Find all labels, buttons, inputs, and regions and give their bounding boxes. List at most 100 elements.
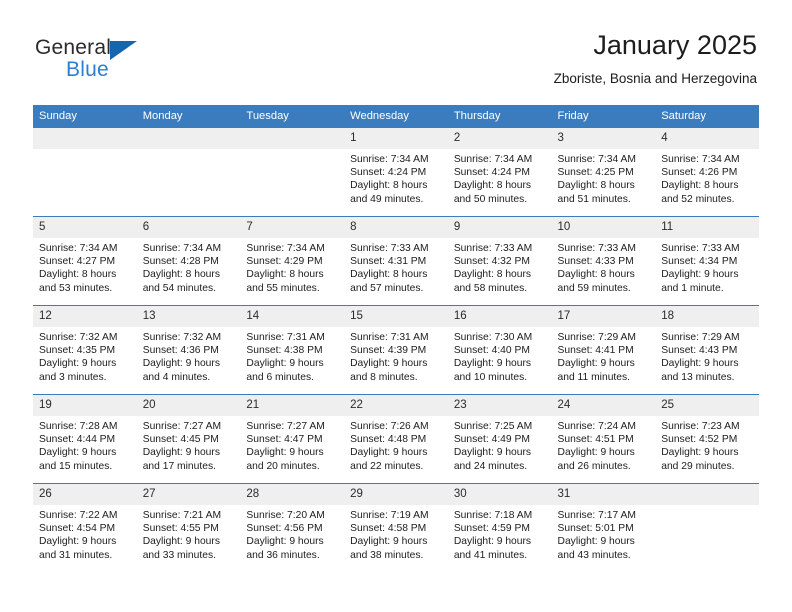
sunset-text: Sunset: 4:48 PM: [350, 434, 427, 446]
daylight-text-line1: Daylight: 9 hours: [661, 447, 739, 459]
calendar-day-cell[interactable]: 2 Sunrise: 7:34 AM Sunset: 4:24 PM Daylight…: [447, 127, 552, 217]
sunrise-text: Sunrise: 7:19 AM: [350, 510, 429, 521]
calendar-day-cell[interactable]: 10 Sunrise: 7:33 AM Sunset: 4:33 PM Dayligh…: [551, 216, 656, 306]
calendar-day-cell[interactable]: 21 Sunrise: 7:27 AM Sunset: 4:47 PM Dayligh…: [240, 394, 345, 484]
calendar-day-cell[interactable]: 3 Sunrise: 7:34 AM Sunset: 4:25 PM Daylight…: [551, 127, 656, 217]
page-title: January 2025: [593, 30, 757, 60]
day-number: 19: [33, 395, 137, 416]
calendar-day-cell[interactable]: 29 Sunrise: 7:19 AM Sunset: 4:58 PM Dayligh…: [344, 483, 448, 572]
calendar-day-cell[interactable]: 16 Sunrise: 7:30 AM Sunset: 4:40 PM Dayligh…: [447, 305, 552, 395]
daylight-text-line2: and 8 minutes.: [350, 371, 418, 383]
day-number: 12: [33, 306, 137, 327]
day-details: Sunrise: 7:33 AM Sunset: 4:33 PM Daylight:…: [552, 238, 656, 295]
calendar-day-cell[interactable]: 1 Sunrise: 7:34 AM Sunset: 4:24 PM Daylight…: [344, 127, 448, 217]
day-number: 1: [344, 128, 448, 149]
calendar-day-cell[interactable]: 14 Sunrise: 7:31 AM Sunset: 4:38 PM Dayligh…: [240, 305, 345, 395]
sunset-text: Sunset: 4:31 PM: [350, 256, 427, 268]
sunset-text: Sunset: 4:39 PM: [350, 345, 427, 357]
sunset-text: Sunset: 4:34 PM: [661, 256, 738, 268]
daylight-text-line1: Daylight: 9 hours: [142, 358, 220, 370]
calendar-day-cell[interactable]: 13 Sunrise: 7:32 AM Sunset: 4:36 PM Dayligh…: [136, 305, 241, 395]
day-number: 10: [551, 217, 656, 238]
sunrise-text: Sunrise: 7:27 AM: [246, 421, 325, 432]
page-subtitle: Zboriste, Bosnia and Herzegovina: [553, 71, 757, 86]
daylight-text-line1: Daylight: 8 hours: [246, 269, 324, 281]
sunrise-text: Sunrise: 7:33 AM: [661, 243, 740, 254]
calendar-day-cell[interactable]: 6 Sunrise: 7:34 AM Sunset: 4:28 PM Daylight…: [136, 216, 241, 306]
sunset-text: Sunset: 4:32 PM: [453, 256, 530, 268]
day-details: Sunrise: 7:33 AM Sunset: 4:32 PM Daylight:…: [448, 238, 552, 295]
sunset-text: Sunset: 4:54 PM: [39, 523, 116, 535]
day-details: Sunrise: 7:17 AM Sunset: 5:01 PM Daylight:…: [552, 505, 656, 562]
day-details: Sunrise: 7:29 AM Sunset: 4:41 PM Daylight:…: [552, 327, 656, 384]
sunrise-text: Sunrise: 7:28 AM: [39, 421, 118, 432]
calendar-day-cell[interactable]: 30 Sunrise: 7:18 AM Sunset: 4:59 PM Dayligh…: [447, 483, 552, 572]
daylight-text-line1: Daylight: 9 hours: [557, 358, 635, 370]
sunrise-text: Sunrise: 7:31 AM: [350, 332, 429, 343]
calendar-day-cell[interactable]: 23 Sunrise: 7:25 AM Sunset: 4:49 PM Dayligh…: [447, 394, 552, 484]
calendar-day-cell[interactable]: 9 Sunrise: 7:33 AM Sunset: 4:32 PM Daylight…: [447, 216, 552, 306]
daylight-text-line2: and 55 minutes.: [246, 282, 320, 294]
calendar-day-cell[interactable]: 12 Sunrise: 7:32 AM Sunset: 4:35 PM Dayligh…: [33, 305, 137, 395]
daylight-text-line1: Daylight: 9 hours: [453, 536, 532, 548]
weekday-header-sunday: Sunday: [33, 105, 137, 128]
sunrise-text: Sunrise: 7:33 AM: [453, 243, 533, 254]
sunrise-text: Sunrise: 7:29 AM: [557, 332, 636, 343]
sunset-text: Sunset: 4:24 PM: [453, 167, 530, 179]
brand-logo[interactable]: General Blue: [35, 36, 165, 88]
calendar-day-cell[interactable]: 5 Sunrise: 7:34 AM Sunset: 4:27 PM Daylight…: [33, 216, 137, 306]
calendar-day-cell[interactable]: 25 Sunrise: 7:23 AM Sunset: 4:52 PM Dayligh…: [655, 394, 759, 484]
day-number: [240, 128, 345, 149]
weekday-header-wednesday: Wednesday: [344, 105, 448, 128]
calendar-day-cell[interactable]: 26 Sunrise: 7:22 AM Sunset: 4:54 PM Dayligh…: [33, 483, 137, 572]
calendar-day-cell[interactable]: 7 Sunrise: 7:34 AM Sunset: 4:29 PM Daylight…: [240, 216, 345, 306]
daylight-text-line1: Daylight: 9 hours: [557, 447, 635, 459]
daylight-text-line1: Daylight: 8 hours: [557, 180, 635, 192]
daylight-text-line1: Daylight: 9 hours: [350, 358, 428, 370]
daylight-text-line2: and 1 minute.: [661, 282, 724, 294]
daylight-text-line2: and 11 minutes.: [557, 371, 631, 383]
sunrise-text: Sunrise: 7:26 AM: [350, 421, 429, 432]
sunset-text: Sunset: 4:47 PM: [246, 434, 323, 446]
daylight-text-line1: Daylight: 9 hours: [246, 358, 324, 370]
calendar-week-row: 26 Sunrise: 7:22 AM Sunset: 4:54 PM Dayligh…: [33, 483, 759, 572]
daylight-text-line2: and 52 minutes.: [661, 193, 735, 205]
calendar-day-cell[interactable]: 31 Sunrise: 7:17 AM Sunset: 5:01 PM Dayligh…: [551, 483, 656, 572]
day-details: Sunrise: 7:34 AM Sunset: 4:26 PM Daylight:…: [655, 149, 759, 206]
calendar-day-cell[interactable]: 19 Sunrise: 7:28 AM Sunset: 4:44 PM Dayligh…: [33, 394, 137, 484]
calendar-day-cell[interactable]: 27 Sunrise: 7:21 AM Sunset: 4:55 PM Dayligh…: [136, 483, 241, 572]
daylight-text-line1: Daylight: 9 hours: [350, 536, 428, 548]
calendar-day-cell[interactable]: 11 Sunrise: 7:33 AM Sunset: 4:34 PM Dayligh…: [655, 216, 759, 306]
day-number: 29: [344, 484, 448, 505]
day-number: 3: [551, 128, 656, 149]
sunrise-text: Sunrise: 7:20 AM: [246, 510, 325, 521]
calendar-day-cell[interactable]: 17 Sunrise: 7:29 AM Sunset: 4:41 PM Dayligh…: [551, 305, 656, 395]
calendar-week-row: 1 Sunrise: 7:34 AM Sunset: 4:24 PM Daylight…: [33, 127, 759, 217]
weekday-header-monday: Monday: [136, 105, 241, 128]
calendar-day-cell[interactable]: 15 Sunrise: 7:31 AM Sunset: 4:39 PM Dayligh…: [344, 305, 448, 395]
sunrise-text: Sunrise: 7:30 AM: [453, 332, 533, 343]
daylight-text-line2: and 50 minutes.: [453, 193, 528, 205]
day-details: Sunrise: 7:31 AM Sunset: 4:38 PM Daylight:…: [240, 327, 344, 384]
weekday-header-friday: Friday: [551, 105, 656, 128]
day-details: Sunrise: 7:34 AM Sunset: 4:24 PM Daylight:…: [448, 149, 552, 206]
daylight-text-line1: Daylight: 9 hours: [246, 447, 324, 459]
calendar-day-cell[interactable]: 22 Sunrise: 7:26 AM Sunset: 4:48 PM Dayligh…: [344, 394, 448, 484]
daylight-text-line2: and 24 minutes.: [453, 460, 528, 472]
daylight-text-line2: and 3 minutes.: [39, 371, 107, 383]
calendar-day-cell[interactable]: 28 Sunrise: 7:20 AM Sunset: 4:56 PM Dayligh…: [240, 483, 345, 572]
calendar-day-cell[interactable]: 8 Sunrise: 7:33 AM Sunset: 4:31 PM Daylight…: [344, 216, 448, 306]
calendar-body: 1 Sunrise: 7:34 AM Sunset: 4:24 PM Daylight…: [33, 127, 759, 572]
calendar-day-cell[interactable]: 4 Sunrise: 7:34 AM Sunset: 4:26 PM Daylight…: [655, 127, 759, 217]
daylight-text-line2: and 41 minutes.: [453, 549, 528, 561]
day-details: Sunrise: 7:21 AM Sunset: 4:55 PM Daylight:…: [137, 505, 241, 562]
daylight-text-line2: and 51 minutes.: [557, 193, 631, 205]
daylight-text-line1: Daylight: 9 hours: [142, 536, 220, 548]
day-number: 11: [655, 217, 759, 238]
calendar-day-cell[interactable]: 24 Sunrise: 7:24 AM Sunset: 4:51 PM Dayligh…: [551, 394, 656, 484]
daylight-text-line2: and 59 minutes.: [557, 282, 631, 294]
daylight-text-line2: and 49 minutes.: [350, 193, 424, 205]
day-number: 13: [136, 306, 241, 327]
calendar-day-cell[interactable]: 20 Sunrise: 7:27 AM Sunset: 4:45 PM Dayligh…: [136, 394, 241, 484]
calendar-day-cell[interactable]: 18 Sunrise: 7:29 AM Sunset: 4:43 PM Dayligh…: [655, 305, 759, 395]
